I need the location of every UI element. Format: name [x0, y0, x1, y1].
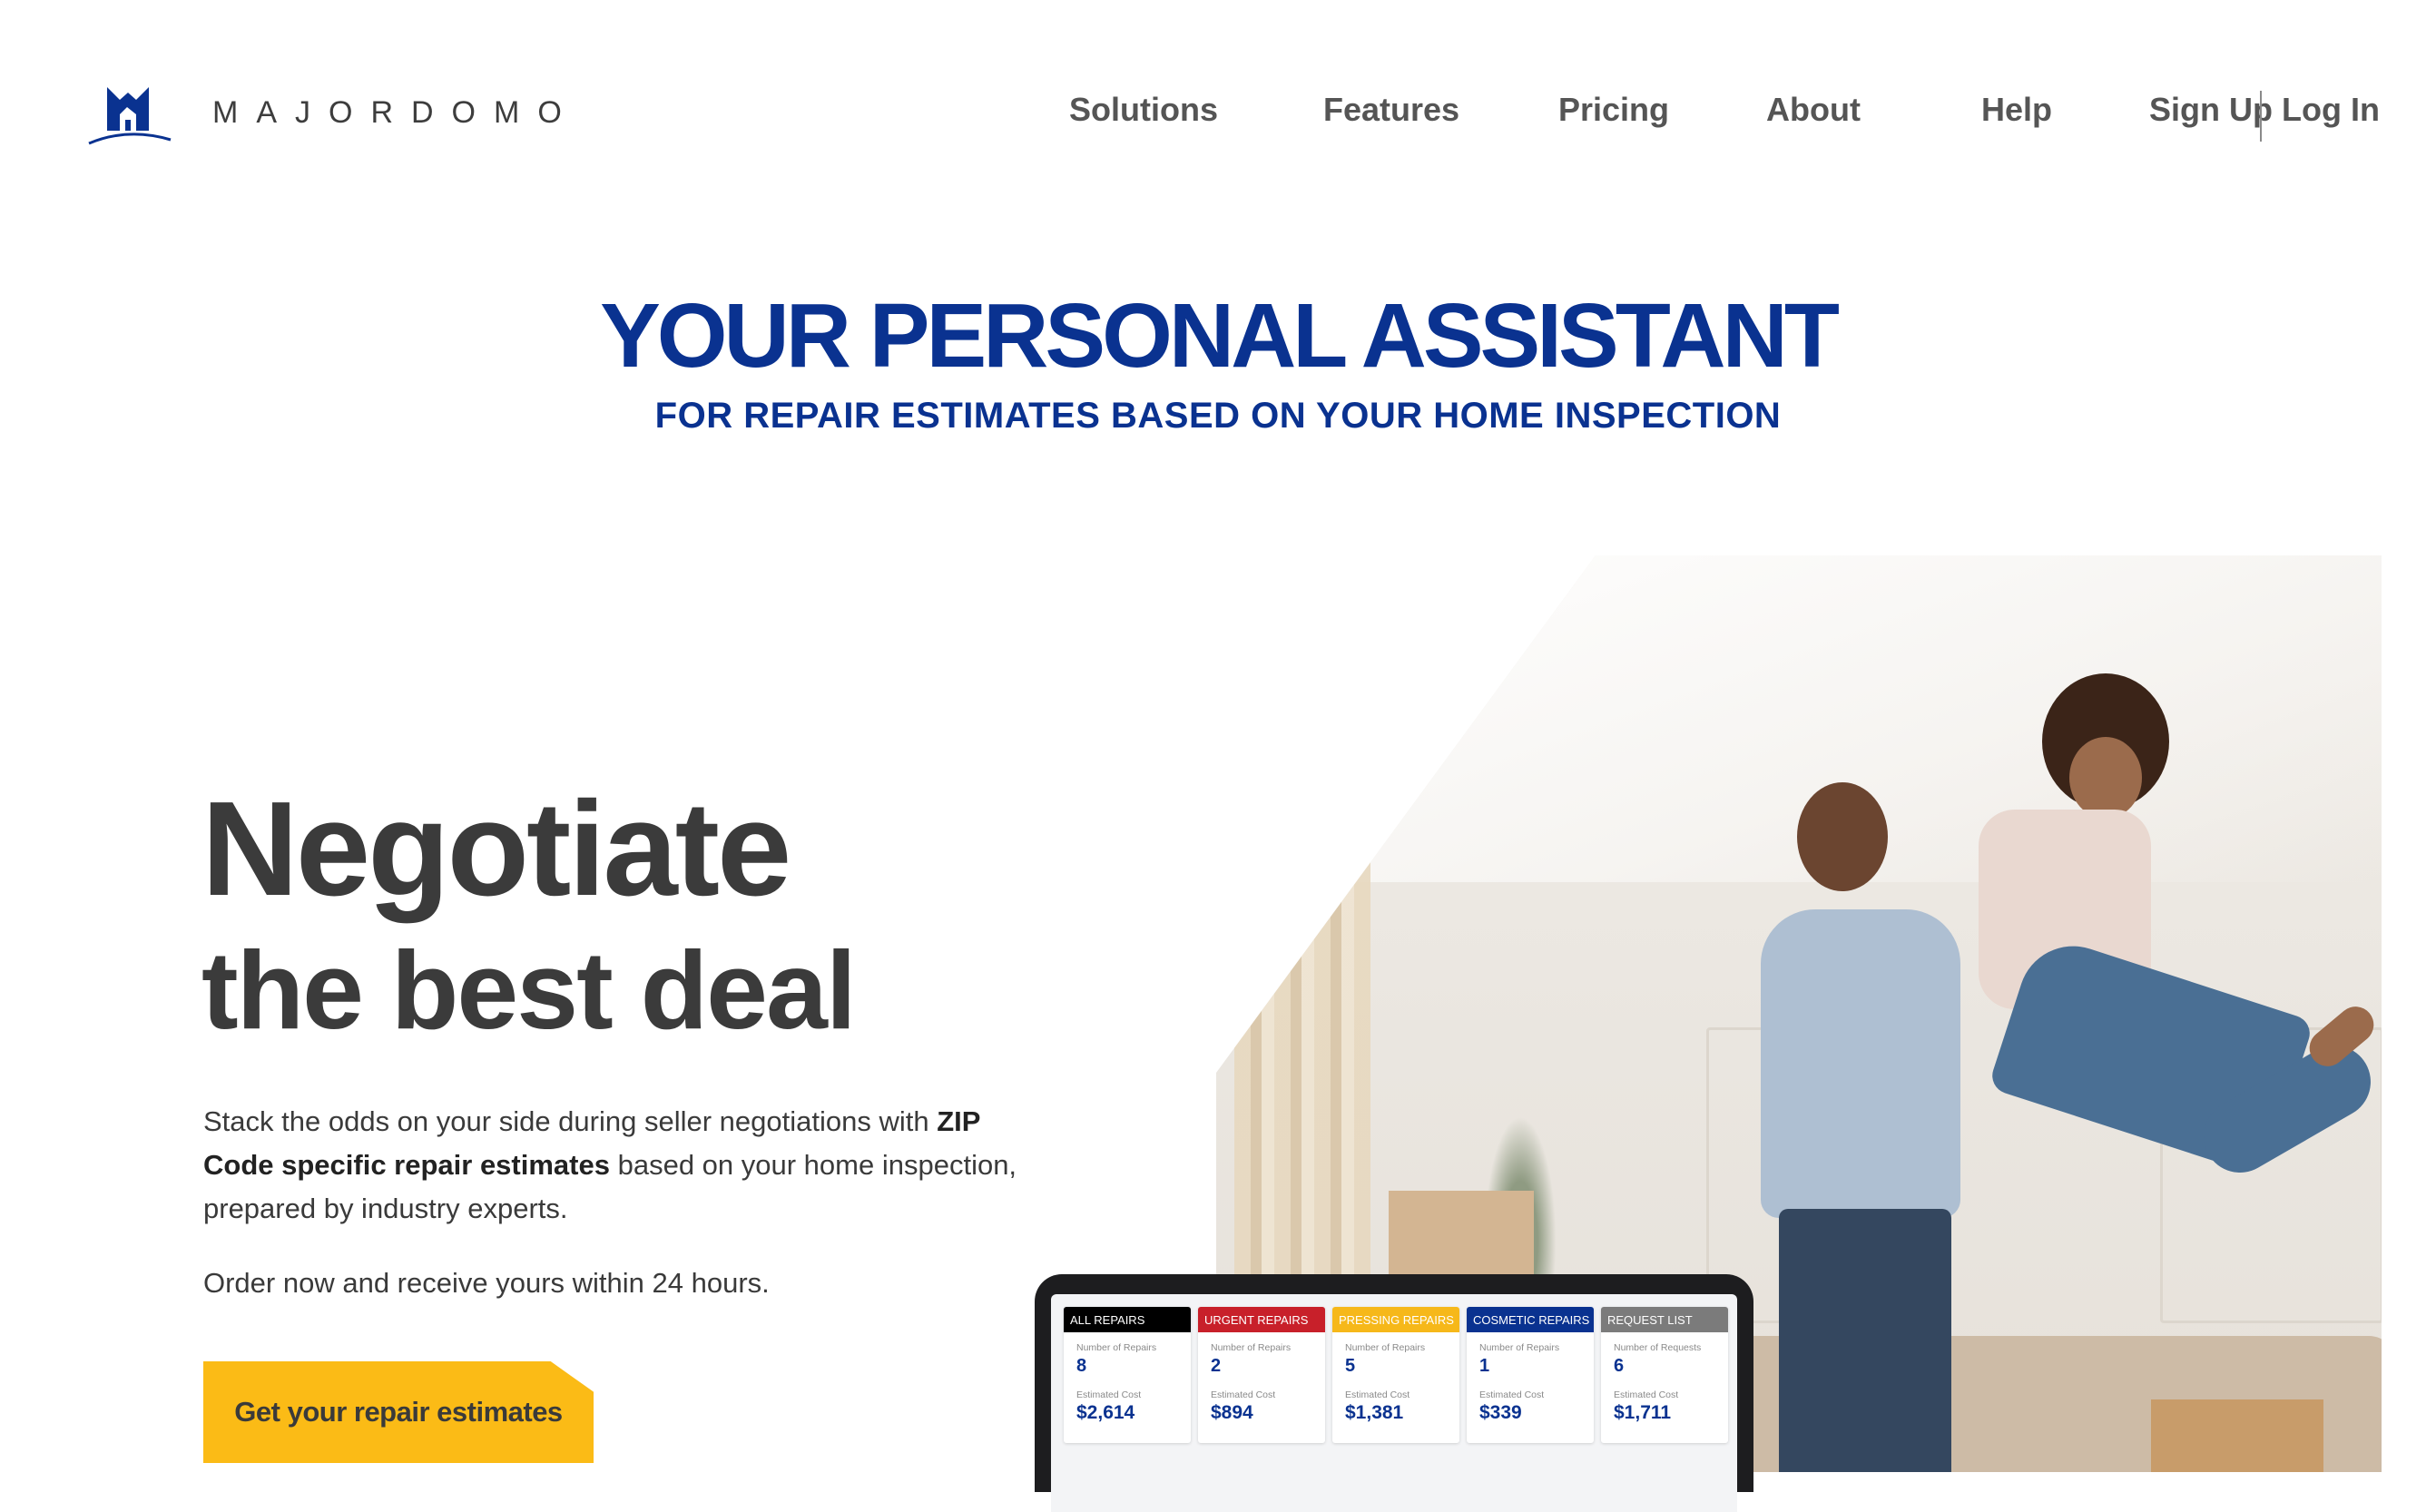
nav-solutions[interactable]: Solutions	[1069, 91, 1218, 129]
card-cost-label: Estimated Cost	[1076, 1389, 1142, 1400]
card-pressing-repairs: PRESSING REPAIRS Number of Repairs 5 Est…	[1332, 1307, 1459, 1443]
card-cost: $2,614	[1076, 1402, 1135, 1423]
intro-paragraph: Stack the odds on your side during selle…	[203, 1100, 1038, 1231]
card-title: COSMETIC REPAIRS	[1467, 1307, 1594, 1332]
card-count-label: Number of Repairs	[1076, 1342, 1157, 1353]
card-title: REQUEST LIST	[1601, 1307, 1728, 1332]
hero-subtitle: FOR REPAIR ESTIMATES BASED ON YOUR HOME …	[654, 396, 1782, 436]
card-cost: $1,381	[1345, 1402, 1404, 1423]
nav-features[interactable]: Features	[1323, 91, 1459, 129]
headline-negotiate: Negotiate	[201, 774, 791, 924]
card-count: 1	[1479, 1356, 1490, 1376]
card-urgent-repairs: URGENT REPAIRS Number of Repairs 2 Estim…	[1198, 1307, 1325, 1443]
hero-title: YOUR PERSONAL ASSISTANT	[600, 285, 1840, 387]
card-count-label: Number of Requests	[1614, 1342, 1702, 1353]
card-count: 2	[1211, 1356, 1222, 1376]
card-title: PRESSING REPAIRS	[1332, 1307, 1459, 1332]
card-cost-label: Estimated Cost	[1614, 1389, 1679, 1400]
moving-box	[2151, 1399, 2323, 1472]
card-title: ALL REPAIRS	[1064, 1307, 1191, 1332]
card-count-label: Number of Repairs	[1345, 1342, 1426, 1353]
card-count-label: Number of Repairs	[1211, 1342, 1292, 1353]
card-count: 5	[1345, 1356, 1356, 1376]
nav-sign-up[interactable]: Sign Up	[2149, 91, 2273, 129]
card-count-label: Number of Repairs	[1479, 1342, 1560, 1353]
card-cost: $1,711	[1614, 1402, 1672, 1423]
card-cost-label: Estimated Cost	[1479, 1389, 1545, 1400]
nav-about[interactable]: About	[1766, 91, 1861, 129]
brand-logo[interactable]: MAJORDOMO	[87, 80, 580, 152]
house-logo-icon	[88, 87, 172, 145]
card-request-list: REQUEST LIST Number of Requests 6 Estima…	[1601, 1307, 1728, 1443]
woman-figure	[1924, 673, 2382, 1345]
card-count: 8	[1076, 1356, 1087, 1376]
card-all-repairs: ALL REPAIRS Number of Repairs 8 Estimate…	[1064, 1307, 1191, 1443]
delivery-paragraph: Order now and receive yours within 24 ho…	[203, 1267, 770, 1299]
get-estimates-button[interactable]: Get your repair estimates	[203, 1361, 594, 1463]
headline-best-deal: the best deal	[201, 928, 857, 1052]
nav-help[interactable]: Help	[1981, 91, 2052, 129]
nav-log-in[interactable]: Log In	[2282, 91, 2380, 129]
nav-divider	[2260, 91, 2262, 142]
card-cost: $894	[1211, 1402, 1253, 1423]
laptop-mockup: ALL REPAIRS Number of Repairs 8 Estimate…	[1035, 1274, 1753, 1512]
dashboard-screen: ALL REPAIRS Number of Repairs 8 Estimate…	[1051, 1294, 1737, 1512]
card-title: URGENT REPAIRS	[1198, 1307, 1325, 1332]
nav-pricing[interactable]: Pricing	[1558, 91, 1669, 129]
intro-text-a: Stack the odds on your side during selle…	[203, 1105, 938, 1137]
brand-name: MAJORDOMO	[212, 94, 580, 130]
card-cosmetic-repairs: COSMETIC REPAIRS Number of Repairs 1 Est…	[1467, 1307, 1594, 1443]
card-cost-label: Estimated Cost	[1211, 1389, 1276, 1400]
card-cost: $339	[1479, 1402, 1522, 1423]
card-count: 6	[1614, 1356, 1625, 1376]
card-cost-label: Estimated Cost	[1345, 1389, 1410, 1400]
